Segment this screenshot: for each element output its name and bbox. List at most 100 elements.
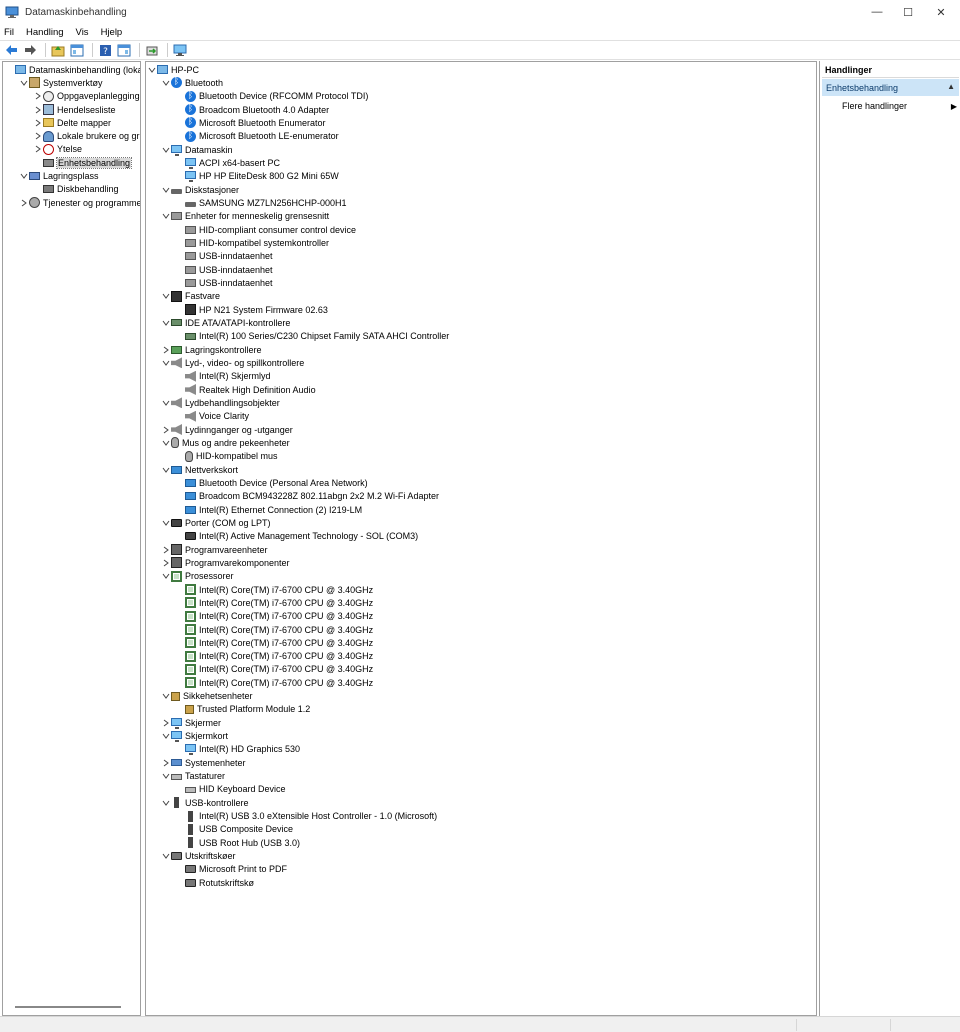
tree-category[interactable]: Utskriftskøer — [161, 849, 236, 862]
forward-arrow-icon[interactable] — [22, 42, 38, 58]
tree-category[interactable]: Lagringskontrollere — [161, 343, 262, 356]
tree-item[interactable]: USB-inndataenhet — [175, 263, 273, 276]
tree-item[interactable]: Rotutskriftskø — [175, 876, 254, 889]
tree-category[interactable]: Nettverkskort — [161, 463, 238, 476]
tree-item[interactable]: Microsoft Bluetooth LE-enumerator — [175, 130, 339, 143]
collapsed-chevron-icon[interactable] — [19, 198, 29, 208]
expanded-chevron-icon[interactable] — [161, 78, 171, 88]
tree-category[interactable]: Hendelsesliste — [33, 103, 116, 116]
tree-item[interactable]: Intel(R) Core(TM) i7-6700 CPU @ 3.40GHz — [175, 596, 373, 609]
tree-item[interactable]: HID-kompatibel mus — [175, 450, 278, 463]
tree-item[interactable]: Intel(R) Core(TM) i7-6700 CPU @ 3.40GHz — [175, 583, 373, 596]
expanded-chevron-icon[interactable] — [161, 771, 171, 781]
close-button[interactable]: ✕ — [926, 0, 956, 24]
tree-item[interactable]: Trusted Platform Module 1.2 — [175, 703, 310, 716]
tree-item[interactable]: Broadcom BCM943228Z 802.11abgn 2x2 M.2 W… — [175, 490, 439, 503]
back-arrow-icon[interactable] — [3, 42, 19, 58]
minimize-button[interactable]: — — [862, 0, 892, 24]
tree-category[interactable]: Tjenester og programmer — [19, 196, 140, 209]
collapsed-chevron-icon[interactable] — [33, 118, 43, 128]
expanded-chevron-icon[interactable] — [161, 851, 171, 861]
tree-item[interactable]: HP HP EliteDesk 800 G2 Mini 65W — [175, 170, 339, 183]
tree-item[interactable]: Voice Clarity — [175, 410, 249, 423]
tree-category[interactable]: Mus og andre pekeenheter — [161, 436, 290, 449]
tree-item[interactable]: Microsoft Print to PDF — [175, 863, 287, 876]
tree-category[interactable]: Skjermer — [161, 716, 221, 729]
tree-category[interactable]: Lyd-, video- og spillkontrollere — [161, 356, 304, 369]
collapsed-chevron-icon[interactable] — [33, 131, 43, 141]
show-hide-tree-icon[interactable] — [69, 42, 85, 58]
actions-section-enhetsbehandling[interactable]: Enhetsbehandling ▲ — [822, 79, 959, 96]
tree-item[interactable]: Intel(R) 100 Series/C230 Chipset Family … — [175, 330, 449, 343]
tree-item[interactable]: SAMSUNG MZ7LN256HCHP-000H1 — [175, 196, 347, 209]
tree-item[interactable]: HID-compliant consumer control device — [175, 223, 356, 236]
tree-category[interactable]: Porter (COM og LPT) — [161, 516, 271, 529]
expanded-chevron-icon[interactable] — [161, 691, 171, 701]
tree-category[interactable]: Fastvare — [161, 290, 220, 303]
tree-category[interactable]: Systemenheter — [161, 756, 246, 769]
expanded-chevron-icon[interactable] — [161, 465, 171, 475]
collapsed-chevron-icon[interactable] — [161, 558, 171, 568]
expanded-chevron-icon[interactable] — [161, 318, 171, 328]
tree-item[interactable]: Intel(R) Core(TM) i7-6700 CPU @ 3.40GHz — [175, 623, 373, 636]
tree-item[interactable]: Intel(R) Skjermlyd — [175, 370, 271, 383]
expanded-chevron-icon[interactable] — [147, 65, 157, 75]
tree-category[interactable]: Programvarekomponenter — [161, 556, 290, 569]
tree-item[interactable]: USB-inndataenhet — [175, 276, 273, 289]
collapsed-chevron-icon[interactable] — [161, 345, 171, 355]
tree-category[interactable]: Lagringsplass — [19, 169, 99, 182]
tree-category[interactable]: Programvareenheter — [161, 543, 268, 556]
tree-category[interactable]: Ytelse — [33, 143, 82, 156]
tree-item[interactable]: Bluetooth Device (Personal Area Network) — [175, 476, 368, 489]
tree-item[interactable]: Intel(R) HD Graphics 530 — [175, 743, 300, 756]
expanded-chevron-icon[interactable] — [161, 438, 171, 448]
tree-root[interactable]: Datamaskinbehandling (lokal) — [5, 63, 140, 76]
tree-item[interactable]: Broadcom Bluetooth 4.0 Adapter — [175, 103, 329, 116]
tree-item[interactable]: Intel(R) Core(TM) i7-6700 CPU @ 3.40GHz — [175, 610, 373, 623]
tree-item[interactable]: Intel(R) Ethernet Connection (2) I219-LM — [175, 503, 362, 516]
collapsed-chevron-icon[interactable] — [33, 144, 43, 154]
tree-item[interactable]: USB Root Hub (USB 3.0) — [175, 836, 300, 849]
tree-item[interactable]: Intel(R) Core(TM) i7-6700 CPU @ 3.40GHz — [175, 663, 373, 676]
navigation-tree-pane[interactable]: Datamaskinbehandling (lokal) Systemverktø… — [2, 61, 141, 1016]
properties-icon[interactable] — [116, 42, 132, 58]
expanded-chevron-icon[interactable] — [161, 571, 171, 581]
collapsed-chevron-icon[interactable] — [161, 718, 171, 728]
tree-item[interactable]: HID-kompatibel systemkontroller — [175, 236, 329, 249]
tree-item[interactable]: Intel(R) Core(TM) i7-6700 CPU @ 3.40GHz — [175, 676, 373, 689]
tree-item[interactable]: USB-inndataenhet — [175, 250, 273, 263]
tree-item[interactable]: Bluetooth Device (RFCOMM Protocol TDI) — [175, 90, 368, 103]
tree-category[interactable]: Prosessorer — [161, 570, 234, 583]
tree-category[interactable]: Skjermkort — [161, 730, 228, 743]
tree-item[interactable]: HP N21 System Firmware 02.63 — [175, 303, 328, 316]
tree-item[interactable]: Microsoft Bluetooth Enumerator — [175, 116, 326, 129]
help-icon[interactable]: ? — [97, 42, 113, 58]
tree-item[interactable]: ACPI x64-basert PC — [175, 156, 280, 169]
tree-root[interactable]: HP-PC — [147, 63, 199, 76]
expanded-chevron-icon[interactable] — [161, 358, 171, 368]
collapsed-chevron-icon[interactable] — [161, 425, 171, 435]
tree-item[interactable]: Enhetsbehandling — [33, 156, 133, 169]
tree-category[interactable]: Datamaskin — [161, 143, 233, 156]
collapsed-chevron-icon[interactable] — [161, 545, 171, 555]
tree-item[interactable]: HID Keyboard Device — [175, 783, 286, 796]
tree-category[interactable]: Delte mapper — [33, 116, 111, 129]
tree-category[interactable]: Oppgaveplanlegging — [33, 90, 140, 103]
expanded-chevron-icon[interactable] — [161, 145, 171, 155]
expanded-chevron-icon[interactable] — [161, 211, 171, 221]
expanded-chevron-icon[interactable] — [161, 185, 171, 195]
menu-vis[interactable]: Vis — [76, 27, 89, 38]
tree-category[interactable]: Diskstasjoner — [161, 183, 239, 196]
menu-hjelp[interactable]: Hjelp — [101, 27, 123, 38]
menu-handling[interactable]: Handling — [26, 27, 64, 38]
maximize-button[interactable]: ☐ — [893, 0, 923, 24]
tree-category[interactable]: Systemverktøy — [19, 76, 103, 89]
expanded-chevron-icon[interactable] — [161, 291, 171, 301]
device-tree-pane[interactable]: HP-PC Bluetooth Bluetooth Device (RFCOMM P… — [145, 61, 817, 1016]
menu-fil[interactable]: Fil — [4, 27, 14, 38]
tree-item[interactable]: Intel(R) USB 3.0 eXtensible Host Control… — [175, 809, 437, 822]
tree-item[interactable]: Intel(R) Core(TM) i7-6700 CPU @ 3.40GHz — [175, 650, 373, 663]
tree-item[interactable]: Intel(R) Core(TM) i7-6700 CPU @ 3.40GHz — [175, 636, 373, 649]
collapsed-chevron-icon[interactable] — [33, 105, 43, 115]
tree-category[interactable]: Lydbehandlingsobjekter — [161, 396, 280, 409]
